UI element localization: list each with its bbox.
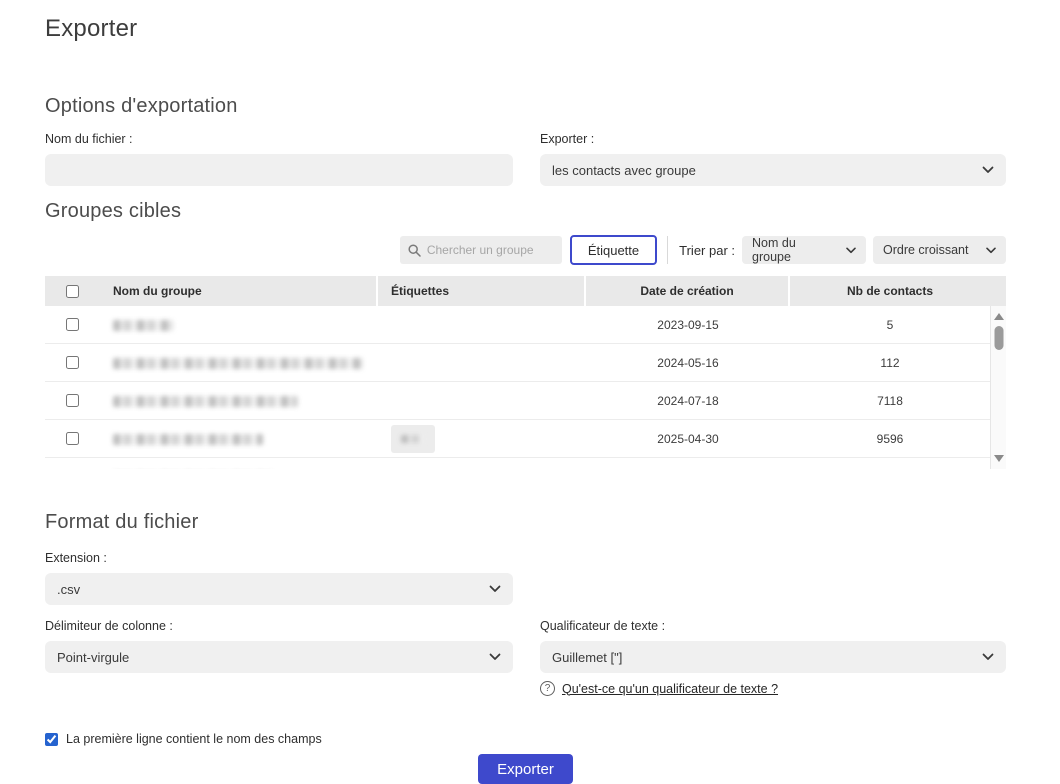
group-contact-count: 112 <box>790 356 990 370</box>
row-checkbox-cell <box>45 432 100 445</box>
header-scrollbar-spacer <box>990 276 1006 306</box>
qualifier-help-link[interactable]: Qu'est-ce qu'un qualificateur de texte ? <box>562 682 778 696</box>
table-row: 2025-04-30 9596 <box>45 420 990 458</box>
scroll-down-icon[interactable] <box>994 455 1004 462</box>
group-creation-date: 2024-07-18 <box>586 394 790 408</box>
group-name-redacted <box>113 358 363 369</box>
scrollbar-thumb[interactable] <box>994 326 1003 350</box>
chevron-down-icon <box>846 247 856 254</box>
chevron-down-icon <box>982 653 994 661</box>
group-tag-chip <box>391 425 435 453</box>
filename-label: Nom du fichier : <box>45 132 513 146</box>
select-all-cell <box>45 276 100 306</box>
file-format-section: Format du fichier Extension : .csv Délim… <box>45 511 1006 696</box>
groups-table: Nom du groupe Étiquettes Date de créatio… <box>45 276 1006 469</box>
delimiter-label: Délimiteur de colonne : <box>45 619 513 633</box>
first-line-checkbox[interactable] <box>45 733 58 746</box>
help-icon: ? <box>540 681 555 696</box>
group-creation-date: 2024-05-16 <box>586 356 790 370</box>
header-creation-date: Date de création <box>586 276 790 306</box>
target-groups-section: Groupes cibles Étiquette Trier par : Nom… <box>45 200 1006 469</box>
group-table-body: 2023-09-15 5 2024-05-16 112 2024-07- <box>45 306 990 469</box>
group-creation-date: 2025-04-30 <box>586 432 790 446</box>
group-search-input[interactable] <box>427 243 554 257</box>
chevron-down-icon <box>986 247 996 254</box>
row-checkbox-cell <box>45 356 100 369</box>
qualifier-value: Guillemet ["] <box>552 650 622 665</box>
chevron-down-icon <box>489 585 501 593</box>
row-checkbox-cell <box>45 394 100 407</box>
tag-redacted <box>401 435 425 443</box>
export-type-field: Exporter : les contacts avec groupe <box>540 132 1006 186</box>
group-name-redacted <box>113 320 173 331</box>
scroll-up-icon[interactable] <box>994 313 1004 320</box>
filename-field: Nom du fichier : <box>45 132 513 186</box>
sort-field-value: Nom du groupe <box>752 236 838 264</box>
search-icon <box>408 244 421 257</box>
extension-value: .csv <box>57 582 80 597</box>
group-contact-count: 7118 <box>790 394 990 408</box>
groups-table-viewport: 2023-09-15 5 2024-05-16 112 2024-07- <box>45 306 1006 469</box>
table-row: 2024-12-19 84 <box>45 458 990 469</box>
header-group-name: Nom du groupe <box>100 276 378 306</box>
sort-field-select[interactable]: Nom du groupe <box>742 236 866 264</box>
sort-order-select[interactable]: Ordre croissant <box>873 236 1006 264</box>
groups-toolbar: Étiquette Trier par : Nom du groupe Ordr… <box>45 235 1006 265</box>
group-contact-count: 5 <box>790 318 990 332</box>
group-name-redacted <box>113 396 298 407</box>
header-contact-count: Nb de contacts <box>790 276 990 306</box>
qualifier-label: Qualificateur de texte : <box>540 619 1006 633</box>
table-scrollbar[interactable] <box>990 306 1006 469</box>
target-groups-heading: Groupes cibles <box>45 200 1006 223</box>
sort-by-label: Trier par : <box>679 243 735 258</box>
select-all-checkbox[interactable] <box>66 285 79 298</box>
sort-order-value: Ordre croissant <box>883 243 968 257</box>
qualifier-help-line: ? Qu'est-ce qu'un qualificateur de texte… <box>540 681 1006 696</box>
page-title: Exporter <box>45 15 1006 43</box>
group-name-redacted <box>113 434 263 445</box>
group-name-cell <box>100 318 378 332</box>
export-type-select[interactable]: les contacts avec groupe <box>540 154 1006 186</box>
footer-actions: Exporter <box>45 754 1006 784</box>
export-type-value: les contacts avec groupe <box>552 163 696 178</box>
table-row: 2024-05-16 112 <box>45 344 990 382</box>
filename-input[interactable] <box>45 154 513 186</box>
first-line-option: La première ligne contient le nom des ch… <box>45 732 1006 746</box>
delimiter-select[interactable]: Point-virgule <box>45 641 513 673</box>
delimiter-value: Point-virgule <box>57 650 129 665</box>
group-row-checkbox[interactable] <box>66 432 79 445</box>
header-tags: Étiquettes <box>378 276 586 306</box>
chevron-down-icon <box>489 653 501 661</box>
group-search-box[interactable] <box>400 236 562 264</box>
extension-field: Extension : .csv <box>45 551 513 605</box>
groups-table-header: Nom du groupe Étiquettes Date de créatio… <box>45 276 1006 306</box>
tag-filter-button[interactable]: Étiquette <box>570 235 657 265</box>
extension-label: Extension : <box>45 551 513 565</box>
group-row-checkbox[interactable] <box>66 356 79 369</box>
group-row-checkbox[interactable] <box>66 394 79 407</box>
group-creation-date: 2023-09-15 <box>586 318 790 332</box>
first-line-label: La première ligne contient le nom des ch… <box>66 732 322 746</box>
extension-select[interactable]: .csv <box>45 573 513 605</box>
chevron-down-icon <box>982 166 994 174</box>
group-name-cell <box>100 432 378 446</box>
row-checkbox-cell <box>45 318 100 331</box>
group-row-checkbox[interactable] <box>66 318 79 331</box>
export-options-heading: Options d'exportation <box>45 95 1006 118</box>
file-format-heading: Format du fichier <box>45 511 1006 534</box>
qualifier-select[interactable]: Guillemet ["] <box>540 641 1006 673</box>
export-button[interactable]: Exporter <box>478 754 573 784</box>
group-name-cell <box>100 394 378 408</box>
export-page: Exporter Options d'exportation Nom du fi… <box>0 0 1060 784</box>
group-name-cell <box>100 356 378 370</box>
group-contact-count: 9596 <box>790 432 990 446</box>
table-row: 2023-09-15 5 <box>45 306 990 344</box>
group-tags-cell <box>378 425 586 453</box>
delimiter-field: Délimiteur de colonne : Point-virgule <box>45 619 513 696</box>
toolbar-divider <box>667 236 668 264</box>
export-options-section: Options d'exportation Nom du fichier : E… <box>45 95 1006 186</box>
export-type-label: Exporter : <box>540 132 1006 146</box>
qualifier-field: Qualificateur de texte : Guillemet ["] ?… <box>540 619 1006 696</box>
table-row: 2024-07-18 7118 <box>45 382 990 420</box>
